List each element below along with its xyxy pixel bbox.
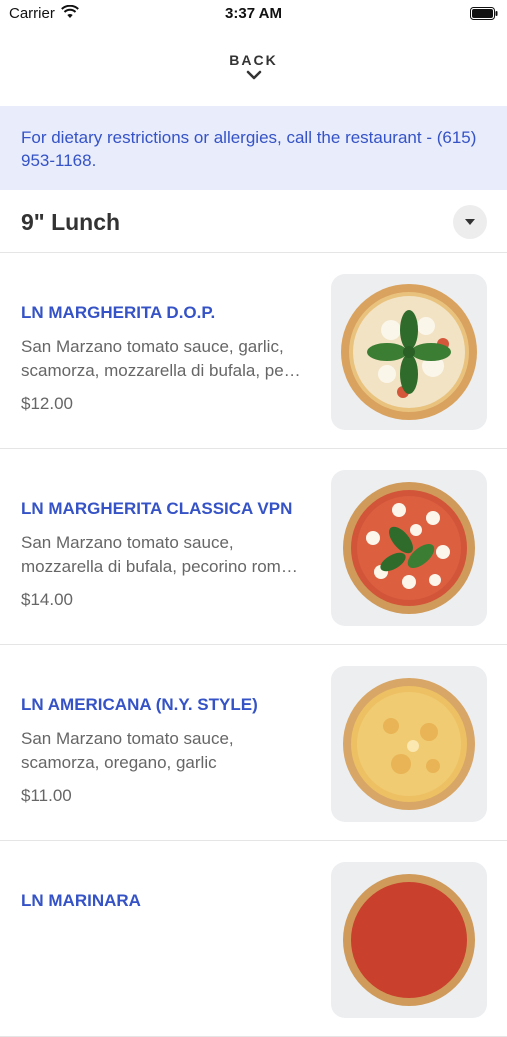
status-time: 3:37 AM bbox=[225, 5, 282, 22]
menu-item-description: San Marzano tomato sauce, mozzarella di … bbox=[21, 533, 298, 576]
menu-item-name: LN MARINARA bbox=[21, 891, 141, 910]
menu-item-image bbox=[331, 666, 487, 822]
allergy-notice-text: For dietary restrictions or allergies, c… bbox=[21, 128, 477, 170]
status-bar: Carrier 3:37 AM bbox=[0, 0, 507, 28]
menu-item[interactable]: LN MARGHERITA CLASSICA VPN San Marzano t… bbox=[0, 449, 507, 645]
caret-down-icon bbox=[465, 219, 475, 225]
menu-item-image bbox=[331, 274, 487, 430]
menu-item[interactable]: LN AMERICANA (N.Y. STYLE) San Marzano to… bbox=[0, 645, 507, 841]
menu-item-description: San Marzano tomato sauce, garlic, scamor… bbox=[21, 337, 301, 380]
back-label: BACK bbox=[229, 52, 278, 68]
allergy-notice: For dietary restrictions or allergies, c… bbox=[0, 106, 507, 190]
menu-section-header: 9" Lunch bbox=[0, 190, 507, 253]
menu-item-name: LN MARGHERITA CLASSICA VPN bbox=[21, 499, 293, 518]
menu-item-name: LN MARGHERITA D.O.P. bbox=[21, 303, 216, 322]
menu-item[interactable]: LN MARGHERITA D.O.P. San Marzano tomato … bbox=[0, 253, 507, 449]
menu-item[interactable]: LN MARINARA bbox=[0, 841, 507, 1037]
menu-item-image bbox=[331, 862, 487, 1018]
battery-icon bbox=[470, 7, 498, 20]
menu-item-price: $12.00 bbox=[21, 394, 73, 413]
section-dropdown-button[interactable] bbox=[453, 205, 487, 239]
chevron-down-icon bbox=[246, 70, 261, 80]
menu-item-price: $11.00 bbox=[21, 786, 72, 805]
back-button[interactable]: BACK bbox=[0, 52, 507, 80]
menu-item-image bbox=[331, 470, 487, 626]
menu-item-description: San Marzano tomato sauce, scamorza, oreg… bbox=[21, 729, 234, 772]
section-title: 9" Lunch bbox=[21, 209, 121, 235]
menu-item-price: $14.00 bbox=[21, 590, 73, 609]
menu-item-name: LN AMERICANA (N.Y. STYLE) bbox=[21, 695, 258, 714]
